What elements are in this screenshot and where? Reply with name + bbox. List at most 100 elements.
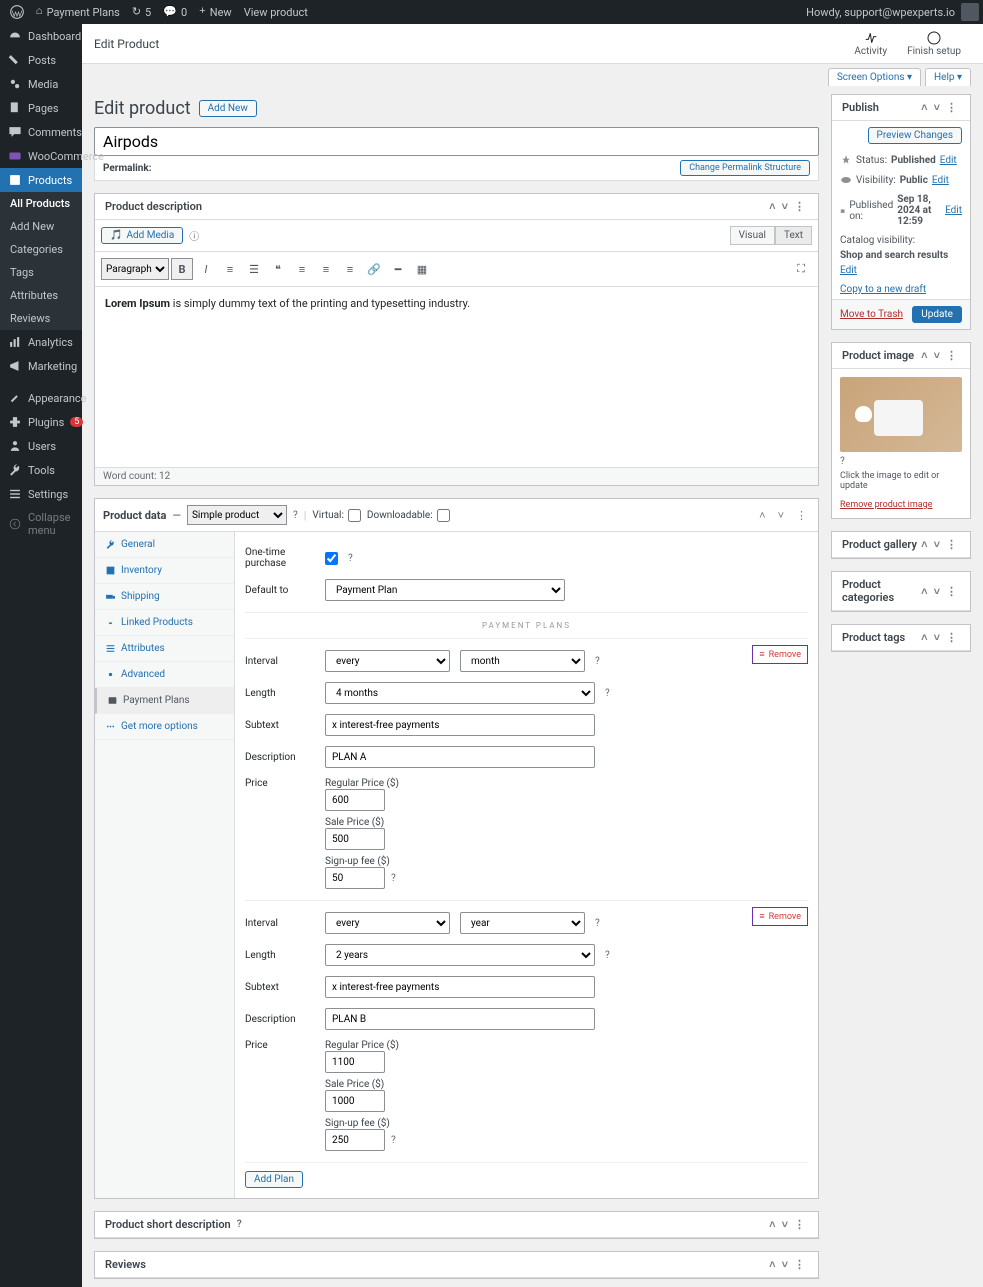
help-icon[interactable]: ? [391,873,396,884]
submenu-attributes[interactable]: Attributes [0,284,82,307]
comments-bubble[interactable]: 💬0 [157,5,193,19]
change-permalink-button[interactable]: Change Permalink Structure [680,160,810,176]
chevron-up-icon[interactable]: ˄ [918,585,930,598]
add-media-button[interactable]: 🎵Add Media [101,227,183,244]
preview-changes-button[interactable]: Preview Changes [868,127,962,144]
link-icon[interactable]: 🔗 [363,258,385,280]
bold-icon[interactable]: B [171,258,193,280]
more-icon[interactable]: ⋮ [943,631,960,644]
more-icon[interactable]: ⋮ [791,1218,808,1231]
more-icon[interactable]: ⋮ [943,101,960,114]
menu-pages[interactable]: Pages [0,96,82,120]
activity-button[interactable]: Activity [844,30,897,57]
menu-marketing[interactable]: Marketing [0,354,82,378]
chevron-down-icon[interactable]: ˅ [931,101,943,114]
chevron-down-icon[interactable]: ˅ [931,631,943,644]
more-icon[interactable]: ⋮ [943,349,960,362]
chevron-down-icon[interactable]: ˅ [931,585,943,598]
interval-freq-select[interactable]: every [325,912,450,934]
menu-comments[interactable]: Comments [0,120,82,144]
help-icon[interactable]: ? [605,688,610,699]
finish-setup-button[interactable]: Finish setup [897,30,971,57]
more-icon[interactable]: ⋮ [791,200,808,213]
move-to-trash-link[interactable]: Move to Trash [840,309,903,320]
menu-settings[interactable]: Settings [0,482,82,506]
tab-linked[interactable]: Linked Products [95,610,234,636]
length-select[interactable]: 2 years [325,944,595,966]
sale-price-input[interactable] [325,1090,385,1112]
update-button[interactable]: Update [912,306,962,323]
align-left-icon[interactable]: ≡ [291,258,313,280]
tab-more-options[interactable]: Get more options [95,714,234,740]
bullet-list-icon[interactable]: ≡ [219,258,241,280]
remove-plan-button[interactable]: ≡Remove [752,907,808,926]
menu-posts[interactable]: Posts [0,48,82,72]
menu-media[interactable]: Media [0,72,82,96]
new-content[interactable]: +New [193,6,238,19]
menu-products[interactable]: Products [0,168,82,192]
help-icon[interactable]: ? [595,918,600,929]
wp-logo[interactable] [4,5,30,19]
default-to-select[interactable]: Payment Plan [325,579,565,601]
italic-icon[interactable]: I [195,258,217,280]
remove-image-link[interactable]: Remove product image [840,500,932,510]
sale-price-input[interactable] [325,828,385,850]
interval-unit-select[interactable]: year [460,912,585,934]
chevron-up-icon[interactable]: ˄ [918,101,930,114]
help-icon[interactable]: ? [237,1219,242,1230]
tab-payment-plans[interactable]: Payment Plans [95,688,234,714]
menu-tools[interactable]: Tools [0,458,82,482]
subtext-input[interactable] [325,714,595,736]
menu-collapse[interactable]: Collapse menu [0,506,82,542]
menu-dashboard[interactable]: Dashboard [0,24,82,48]
regular-price-input[interactable] [325,1051,385,1073]
tab-advanced[interactable]: Advanced [95,662,234,688]
quote-icon[interactable]: ❝ [267,258,289,280]
howdy-account[interactable]: Howdy, support@wpexperts.io [800,6,961,19]
chevron-up-icon[interactable]: ˄ [918,349,930,362]
submenu-reviews[interactable]: Reviews [0,307,82,330]
chevron-down-icon[interactable]: ˅ [931,538,943,551]
edit-status-link[interactable]: Edit [940,155,957,166]
edit-visibility-link[interactable]: Edit [932,175,949,186]
align-right-icon[interactable]: ≡ [339,258,361,280]
product-type-select[interactable]: Simple product [187,505,287,525]
description-input[interactable] [325,746,595,768]
chevron-up-icon[interactable]: ˄ [918,631,930,644]
screen-options-tab[interactable]: Screen Options ▾ [828,68,921,86]
regular-price-input[interactable] [325,789,385,811]
submenu-tags[interactable]: Tags [0,261,82,284]
copy-draft-link[interactable]: Copy to a new draft [840,284,926,295]
edit-date-link[interactable]: Edit [945,205,962,216]
add-new-button[interactable]: Add New [199,100,257,117]
more-icon[interactable]: ⋮ [791,1258,808,1271]
remove-plan-button[interactable]: ≡Remove [752,645,808,664]
align-center-icon[interactable]: ≡ [315,258,337,280]
visual-tab[interactable]: Visual [730,226,775,245]
edit-catalog-link[interactable]: Edit [840,265,857,276]
subtext-input[interactable] [325,976,595,998]
chevron-up-icon[interactable]: ˄ [766,1218,778,1231]
length-select[interactable]: 4 months [325,682,595,704]
interval-freq-select[interactable]: every [325,650,450,672]
interval-unit-select[interactable]: month [460,650,585,672]
tab-shipping[interactable]: Shipping [95,584,234,610]
updates[interactable]: ↻5 [126,5,157,19]
signup-fee-input[interactable] [325,1129,385,1151]
editor-content[interactable]: Lorem Ipsum is simply dummy text of the … [95,287,818,467]
help-icon[interactable]: ? [595,656,600,667]
chevron-down-icon[interactable]: ˅ [931,349,943,362]
help-tab[interactable]: Help ▾ [925,68,971,86]
help-icon[interactable]: ⓘ [189,228,199,243]
product-image-thumbnail[interactable] [840,377,962,452]
paragraph-select[interactable]: Paragraph [101,258,169,280]
chevron-down-icon[interactable]: ˅ [779,1258,791,1271]
chevron-down-icon[interactable]: ˅ [779,200,791,213]
more-icon[interactable]: ⋮ [943,538,960,551]
text-tab[interactable]: Text [775,226,812,245]
description-input[interactable] [325,1008,595,1030]
menu-analytics[interactable]: Analytics [0,330,82,354]
more-tag-icon[interactable]: ━ [387,258,409,280]
avatar[interactable] [961,3,979,21]
help-icon[interactable]: ? [391,1135,396,1146]
